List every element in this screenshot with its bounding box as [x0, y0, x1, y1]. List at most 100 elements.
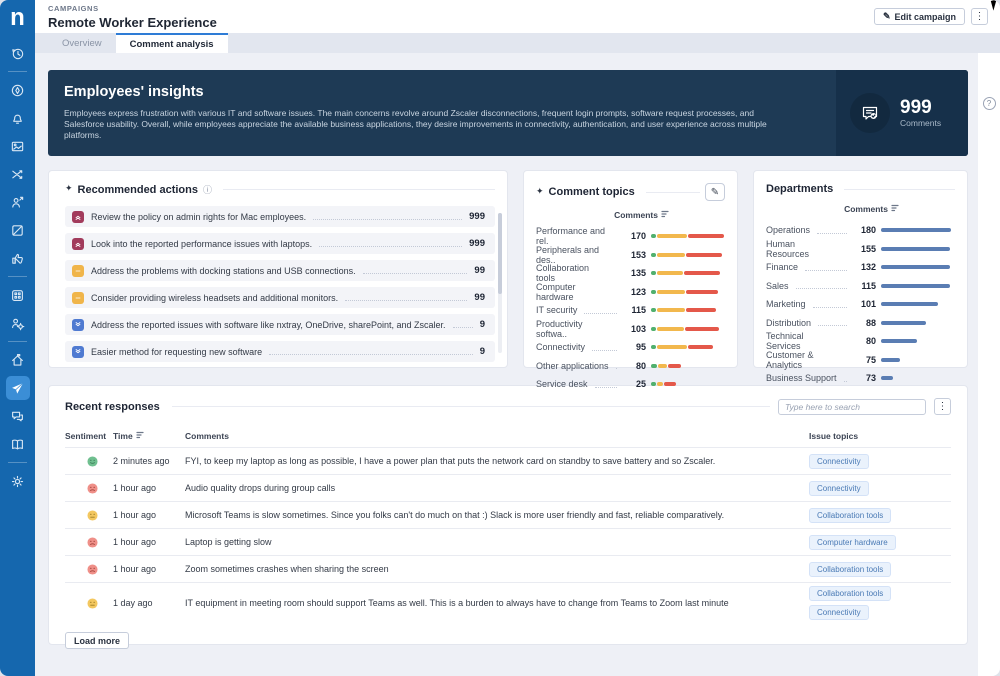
action-value: 9 [479, 319, 485, 330]
comments-count: 999 [900, 97, 932, 118]
help-icon[interactable]: ? [982, 97, 996, 110]
response-comment: FYI, to keep my laptop as long as possib… [185, 455, 716, 466]
library-icon[interactable] [6, 432, 30, 456]
dotted-leader [362, 273, 468, 274]
response-row[interactable]: 1 day ago IT equipment in meeting room s… [65, 582, 951, 623]
topic-row[interactable]: Computer hardware 123 [536, 282, 725, 302]
topic-value: 115 [631, 305, 646, 316]
department-row[interactable]: Finance 132 [766, 258, 955, 277]
tab-comment-analysis[interactable]: Comment analysis [115, 33, 228, 53]
issue-topic-chip[interactable]: Collaboration tools [809, 586, 892, 601]
scrollbar[interactable] [498, 213, 502, 353]
home-icon[interactable] [6, 348, 30, 372]
department-value: 73 [865, 373, 876, 384]
topic-bar [651, 308, 725, 313]
topic-value: 153 [630, 249, 646, 260]
issue-topic-chip[interactable]: Connectivity [809, 480, 869, 496]
recommended-action-item[interactable]: Easier method for requesting new softwar… [65, 341, 495, 362]
topic-row[interactable]: Other applications 80 [536, 357, 725, 376]
content: Employees' insights Employees express fr… [35, 53, 978, 676]
department-row[interactable]: Customer & Analytics 75 [766, 350, 955, 370]
grid-icon[interactable] [6, 283, 30, 307]
load-more-button[interactable]: Load more [65, 632, 130, 649]
header-kebab-button[interactable]: ⋮ [971, 8, 988, 25]
chat-icon[interactable] [6, 404, 30, 428]
department-row[interactable]: Sales 115 [766, 277, 955, 296]
response-row[interactable]: 1 hour ago Laptop is getting slow Comput… [65, 528, 951, 555]
kebab-icon: ⋮ [937, 401, 948, 412]
topic-value: 103 [630, 323, 646, 334]
topic-label: Other applications [536, 360, 609, 371]
main-area: CAMPAIGNS Remote Worker Experience ✎ Edi… [35, 0, 1000, 676]
topbar: CAMPAIGNS Remote Worker Experience ✎ Edi… [35, 0, 1000, 33]
info-icon[interactable]: ⓘ [203, 183, 212, 196]
col-time: Time [113, 431, 133, 441]
topic-row[interactable]: Service desk 25 [536, 375, 725, 394]
edit-topics-button[interactable]: ✎ [705, 183, 725, 201]
insights-title: Employees' insights [64, 84, 204, 100]
action-text: Consider providing wireless headsets and… [91, 292, 339, 303]
recommended-action-item[interactable]: Consider providing wireless headsets and… [65, 287, 495, 308]
response-row[interactable]: 2 minutes ago FYI, to keep my laptop as … [65, 447, 951, 474]
departments-title: Departments [766, 183, 834, 195]
department-row[interactable]: Technical Services 80 [766, 331, 955, 351]
kebab-icon: ⋮ [974, 11, 985, 22]
topic-bar [651, 363, 725, 368]
topic-value: 25 [635, 379, 646, 390]
divider [844, 188, 955, 190]
topic-row[interactable]: Performance and rel. 170 [536, 226, 725, 246]
sort-icon[interactable] [136, 431, 144, 441]
issue-topic-chip[interactable]: Computer hardware [809, 534, 896, 550]
scrollbar-thumb[interactable] [498, 213, 502, 295]
department-row[interactable]: Distribution 88 [766, 314, 955, 333]
department-value: 80 [865, 336, 876, 347]
topic-row[interactable]: Collaboration tools 135 [536, 263, 725, 283]
department-row[interactable]: Business Support 73 [766, 369, 955, 388]
settings-icon[interactable] [6, 469, 30, 493]
recommended-action-item[interactable]: Review the policy on admin rights for Ma… [65, 206, 495, 227]
integrations-icon[interactable] [6, 162, 30, 186]
department-label: Marketing [766, 299, 806, 310]
topic-bar [651, 289, 725, 294]
department-bar [881, 228, 955, 233]
responses-table: Sentiment Time Comments Issue topics 2 m… [65, 425, 951, 623]
history-icon[interactable] [6, 41, 30, 65]
media-card-icon[interactable] [6, 134, 30, 158]
recommended-action-item[interactable]: Address the problems with docking statio… [65, 260, 495, 281]
tab-overview[interactable]: Overview [48, 33, 116, 53]
topic-row[interactable]: Peripherals and des.. 153 [536, 245, 725, 265]
departments-list: Operations 180 Human Resources 155 Finan… [766, 221, 955, 388]
response-row[interactable]: 1 hour ago Zoom sometimes crashes when s… [65, 555, 951, 582]
response-row[interactable]: 1 hour ago Microsoft Teams is slow somet… [65, 501, 951, 528]
department-value: 75 [865, 354, 876, 365]
topic-row[interactable]: IT security 115 [536, 301, 725, 320]
campaigns-icon[interactable] [5, 376, 30, 400]
recommended-action-item[interactable]: Address the reported issues with softwar… [65, 314, 495, 335]
topic-row[interactable]: Productivity softwa.. 103 [536, 319, 725, 339]
department-row[interactable]: Human Resources 155 [766, 239, 955, 259]
topic-row[interactable]: Connectivity 95 [536, 338, 725, 357]
department-row[interactable]: Operations 180 [766, 221, 955, 240]
department-bar [881, 357, 955, 362]
edit-campaign-button[interactable]: ✎ Edit campaign [873, 8, 965, 25]
insights-body: Employees express frustration with vario… [64, 108, 767, 140]
response-row[interactable]: 1 hour ago Audio quality drops during gr… [65, 474, 951, 501]
response-comment: Laptop is getting slow [185, 536, 272, 547]
user-settings-icon[interactable] [6, 311, 30, 335]
sort-icon[interactable] [661, 210, 669, 220]
search-input[interactable] [778, 398, 926, 415]
department-row[interactable]: Marketing 101 [766, 295, 955, 314]
user-invite-icon[interactable] [6, 190, 30, 214]
recommended-action-item[interactable]: Look into the reported performance issue… [65, 233, 495, 254]
feedback-icon[interactable] [6, 246, 30, 270]
issue-topic-chip[interactable]: Collaboration tools [809, 507, 892, 523]
issue-topic-chip[interactable]: Connectivity [809, 453, 869, 469]
issue-topic-chip[interactable]: Collaboration tools [809, 561, 892, 577]
issue-topic-chip[interactable]: Connectivity [809, 605, 869, 620]
sort-icon[interactable] [891, 204, 899, 214]
compass-icon[interactable] [6, 78, 30, 102]
bell-icon[interactable] [6, 106, 30, 130]
responses-kebab-button[interactable]: ⋮ [934, 398, 951, 415]
action-value: 9 [479, 346, 485, 357]
checkbox-icon[interactable] [6, 218, 30, 242]
